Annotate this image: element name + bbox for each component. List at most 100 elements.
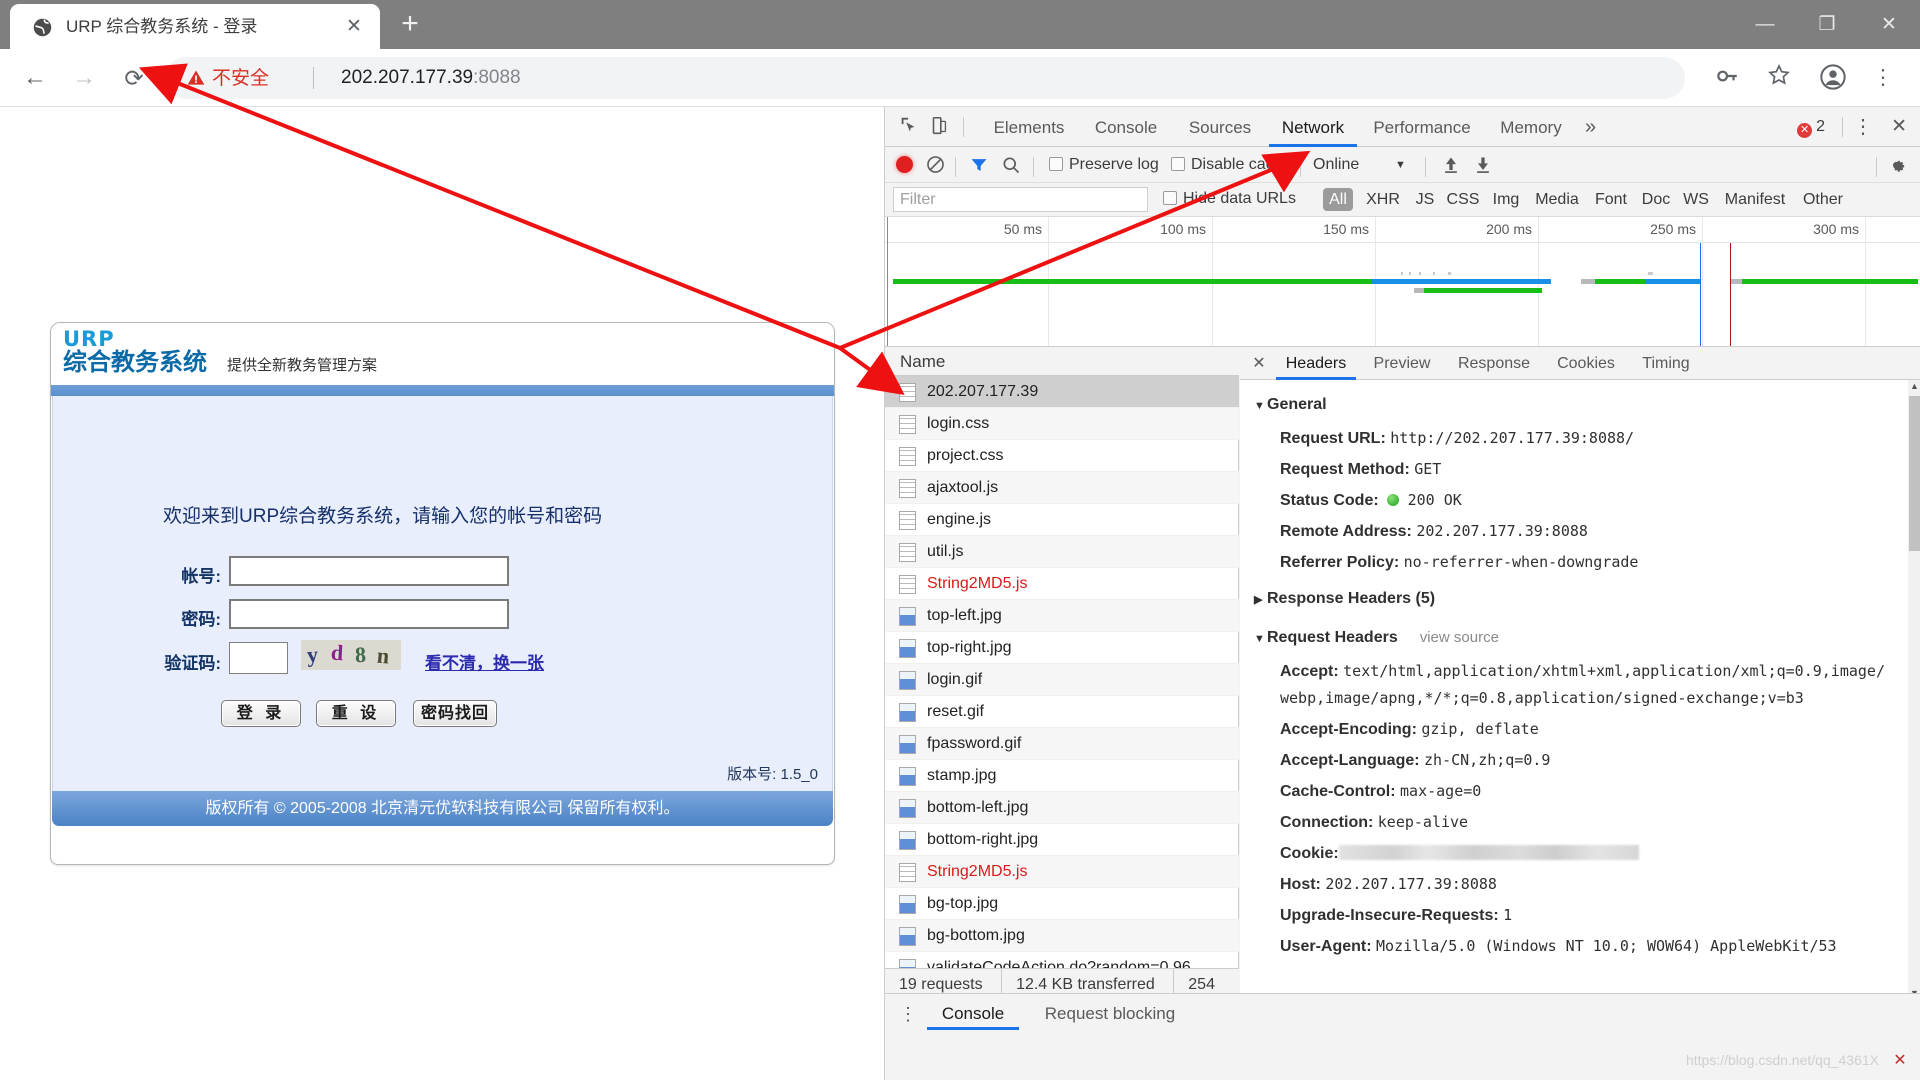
tab-preview[interactable]: Preview: [1362, 347, 1442, 380]
request-row[interactable]: bottom-right.jpg: [885, 824, 1239, 856]
filter-chip-img[interactable]: Img: [1489, 188, 1523, 211]
tab-memory[interactable]: Memory: [1487, 107, 1575, 147]
account-input[interactable]: [229, 556, 509, 586]
device-toolbar-icon[interactable]: [927, 115, 953, 139]
tab-sources[interactable]: Sources: [1175, 107, 1265, 147]
gear-icon[interactable]: [1888, 155, 1909, 176]
error-count-badge[interactable]: ✕ 2: [1797, 118, 1825, 138]
upload-arrow-icon[interactable]: [1441, 155, 1461, 175]
window-close-icon[interactable]: ✕: [1858, 0, 1920, 49]
request-row[interactable]: ajaxtool.js: [885, 472, 1239, 504]
request-row[interactable]: validateCodeAction.do?random=0.96…: [885, 952, 1239, 968]
detail-close-icon[interactable]: ✕: [1250, 355, 1268, 373]
hide-data-urls-label: Hide data URLs: [1183, 190, 1296, 207]
star-icon[interactable]: [1764, 63, 1794, 93]
key-icon[interactable]: [1712, 63, 1742, 93]
profile-avatar-icon[interactable]: [1818, 63, 1848, 93]
request-row[interactable]: bg-top.jpg: [885, 888, 1239, 920]
scrollbar-thumb[interactable]: [1909, 396, 1920, 551]
clear-no-entry-icon[interactable]: [926, 155, 945, 174]
filter-chip-js[interactable]: JS: [1413, 188, 1437, 211]
captcha-input[interactable]: [229, 642, 288, 674]
request-row[interactable]: fpassword.gif: [885, 728, 1239, 760]
request-row[interactable]: login.css: [885, 408, 1239, 440]
tab-response[interactable]: Response: [1448, 347, 1540, 380]
filter-chip-media[interactable]: Media: [1531, 188, 1583, 211]
browser-tab[interactable]: URP 综合教务系统 - 登录 ✕: [10, 4, 380, 49]
disable-cache-checkbox[interactable]: Disable cache: [1171, 156, 1292, 174]
inspect-element-icon[interactable]: [897, 115, 923, 139]
tab-timing[interactable]: Timing: [1632, 347, 1700, 380]
record-button-icon[interactable]: [896, 156, 913, 173]
reload-icon[interactable]: ⟳: [118, 62, 150, 94]
tab-headers[interactable]: Headers: [1276, 347, 1356, 380]
filter-chip-doc[interactable]: Doc: [1639, 188, 1673, 211]
drawer-tab-request-blocking[interactable]: Request blocking: [1025, 998, 1195, 1030]
filter-input[interactable]: Filter: [893, 187, 1148, 212]
tab-network[interactable]: Network: [1269, 107, 1357, 147]
general-section-header[interactable]: ▼ General: [1240, 390, 1920, 423]
throttling-select[interactable]: Online: [1313, 156, 1359, 174]
request-row[interactable]: bg-bottom.jpg: [885, 920, 1239, 952]
reset-button[interactable]: 重 设: [316, 700, 396, 727]
refresh-captcha-link[interactable]: 看不清，换一张: [425, 649, 544, 674]
chevron-down-icon[interactable]: ▼: [1395, 156, 1406, 174]
preserve-log-checkbox[interactable]: Preserve log: [1049, 156, 1159, 174]
funnel-filter-icon[interactable]: [969, 155, 989, 175]
request-row[interactable]: project.css: [885, 440, 1239, 472]
filter-chip-all[interactable]: All: [1323, 188, 1353, 211]
request-row[interactable]: reset.gif: [885, 696, 1239, 728]
arrow-left-icon[interactable]: ←: [19, 62, 51, 94]
tab-cookies[interactable]: Cookies: [1546, 347, 1626, 380]
hide-data-urls-checkbox[interactable]: Hide data URLs: [1163, 190, 1296, 208]
filter-chip-font[interactable]: Font: [1591, 188, 1631, 211]
arrow-right-icon[interactable]: →: [68, 62, 100, 94]
password-input[interactable]: [229, 599, 509, 629]
drawer-tab-console[interactable]: Console: [927, 998, 1019, 1030]
request-headers-section-header[interactable]: ▼ Request Headers view source: [1240, 617, 1920, 656]
filter-chip-other[interactable]: Other: [1799, 188, 1847, 211]
filter-chip-css[interactable]: CSS: [1445, 188, 1481, 211]
request-header-accept: Accept: text/html,application/xhtml+xml,…: [1240, 656, 1920, 714]
request-row[interactable]: top-right.jpg: [885, 632, 1239, 664]
tab-elements[interactable]: Elements: [981, 107, 1077, 147]
request-row[interactable]: bottom-left.jpg: [885, 792, 1239, 824]
network-timeline-overview[interactable]: 50 ms 100 ms 150 ms 200 ms 250 ms 300 ms: [885, 217, 1920, 347]
forgot-password-button[interactable]: 密码找回: [413, 700, 497, 727]
search-icon[interactable]: [1001, 155, 1021, 175]
login-button[interactable]: 登 录: [221, 700, 301, 727]
request-list-column-header[interactable]: Name: [885, 347, 1239, 376]
devtools-close-icon[interactable]: ✕: [1891, 115, 1907, 139]
request-row[interactable]: util.js: [885, 536, 1239, 568]
scroll-up-arrow-icon[interactable]: ▲: [1908, 380, 1920, 393]
kv-value: 200 OK: [1407, 491, 1462, 509]
request-row[interactable]: String2MD5.js: [885, 856, 1239, 888]
response-headers-section-header[interactable]: ▶ Response Headers (5): [1240, 578, 1920, 617]
kv-value: 202.207.177.39:8088: [1416, 522, 1588, 540]
request-row[interactable]: login.gif: [885, 664, 1239, 696]
filter-chip-manifest[interactable]: Manifest: [1719, 188, 1791, 211]
kebab-menu-icon[interactable]: ⋮: [1868, 63, 1898, 93]
new-tab-button[interactable]: +: [395, 9, 425, 40]
request-row[interactable]: engine.js: [885, 504, 1239, 536]
maximize-icon[interactable]: ❐: [1796, 0, 1858, 49]
tab-performance[interactable]: Performance: [1361, 107, 1483, 147]
request-list-scroll[interactable]: 202.207.177.39 login.css project.css ajaxto…: [885, 376, 1239, 968]
devtools-menu-icon[interactable]: ⋮: [1853, 115, 1873, 139]
tab-console[interactable]: Console: [1081, 107, 1171, 147]
detail-scrollbar[interactable]: ▲ ▼: [1908, 380, 1920, 1000]
view-source-link[interactable]: view source: [1420, 629, 1499, 646]
filter-chip-ws[interactable]: WS: [1681, 188, 1711, 211]
chevron-double-right-icon[interactable]: »: [1585, 115, 1596, 139]
close-icon[interactable]: ✕: [343, 16, 365, 38]
request-row[interactable]: String2MD5.js: [885, 568, 1239, 600]
drawer-close-icon[interactable]: ✕: [1891, 1052, 1909, 1070]
download-arrow-icon[interactable]: [1473, 155, 1493, 175]
request-row[interactable]: stamp.jpg: [885, 760, 1239, 792]
request-row[interactable]: 202.207.177.39: [885, 376, 1239, 408]
request-row[interactable]: top-left.jpg: [885, 600, 1239, 632]
address-bar[interactable]: 不安全 202.207.177.39:8088: [165, 57, 1685, 99]
drawer-menu-icon[interactable]: ⋮: [899, 1004, 917, 1026]
filter-chip-xhr[interactable]: XHR: [1361, 188, 1405, 211]
minimize-icon[interactable]: —: [1734, 0, 1796, 49]
